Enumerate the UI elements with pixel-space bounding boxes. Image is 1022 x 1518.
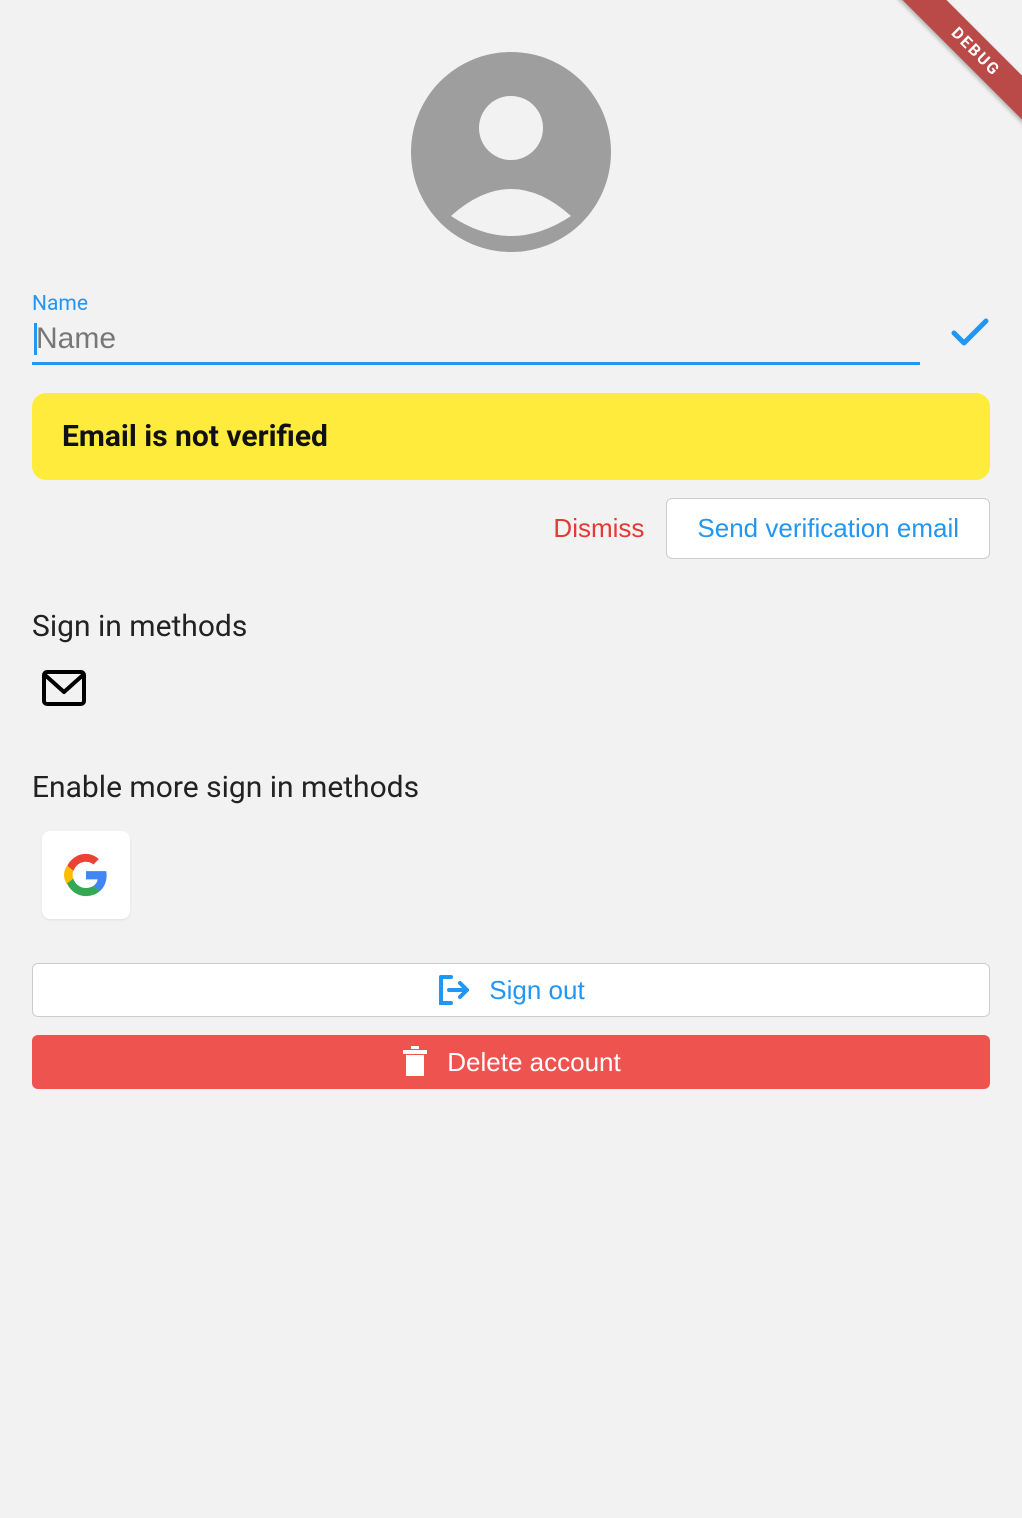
google-icon	[64, 853, 108, 897]
avatar-container	[32, 52, 990, 252]
dismiss-button[interactable]: Dismiss	[549, 503, 648, 554]
verification-banner: Email is not verified	[32, 393, 990, 480]
sign-out-label: Sign out	[489, 975, 584, 1006]
name-field-container: Name	[32, 292, 920, 365]
enable-more-title: Enable more sign in methods	[32, 770, 990, 805]
name-label: Name	[32, 292, 920, 316]
sign-out-button[interactable]: Sign out	[32, 963, 990, 1017]
banner-actions: Dismiss Send verification email	[32, 498, 990, 559]
google-signin-button[interactable]	[42, 831, 130, 919]
name-input[interactable]	[32, 318, 920, 365]
email-icon[interactable]	[42, 670, 86, 706]
signin-methods-row	[32, 670, 990, 710]
profile-page: Name Email is not verified Dismiss Send …	[0, 0, 1022, 1139]
delete-account-label: Delete account	[447, 1047, 620, 1078]
check-icon	[950, 315, 990, 347]
send-verification-button[interactable]: Send verification email	[666, 498, 990, 559]
sign-out-icon	[437, 975, 471, 1005]
signin-methods-title: Sign in methods	[32, 609, 990, 644]
avatar-placeholder-icon[interactable]	[411, 52, 611, 252]
delete-account-button[interactable]: Delete account	[32, 1035, 990, 1089]
name-row: Name	[32, 292, 990, 365]
trash-icon	[401, 1046, 429, 1078]
banner-text: Email is not verified	[62, 419, 328, 454]
confirm-name-button[interactable]	[950, 315, 990, 365]
text-cursor	[34, 323, 37, 355]
